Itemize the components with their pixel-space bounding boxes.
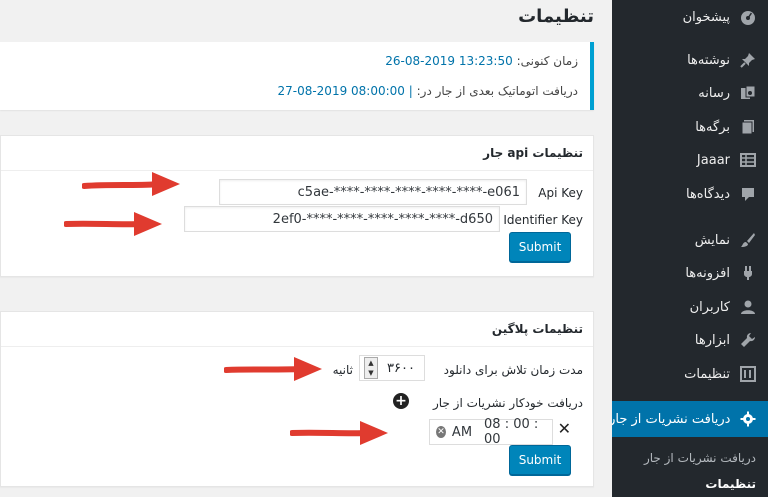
stepper-up-icon[interactable]: ▲ xyxy=(365,358,377,368)
sidebar-item-label: پیشخوان xyxy=(682,9,730,25)
api-submit-button[interactable]: Submit xyxy=(509,232,571,262)
pages-icon xyxy=(738,117,758,137)
sidebar-item-jaar-publications[interactable]: دریافت نشریات از جار xyxy=(604,401,768,437)
next-fetch-label: دریافت اتوماتیک بعدی از جار در: xyxy=(416,84,578,98)
current-time-label: زمان کنونی: xyxy=(516,54,578,68)
current-time-row: زمان کنونی: 26-08-2019 13:23:50 xyxy=(385,54,578,68)
next-fetch-row: دریافت اتوماتیک بعدی از جار در: 27-08-20… xyxy=(277,84,578,98)
submenu-item-fetch[interactable]: دریافت نشریات از جار xyxy=(616,451,756,465)
remove-time-icon[interactable]: ✕ xyxy=(558,419,571,438)
submenu-item-settings[interactable]: تنظیمات xyxy=(616,477,756,491)
clear-time-icon[interactable]: ✕ xyxy=(436,426,446,438)
stepper-down-icon[interactable]: ▼ xyxy=(365,368,377,378)
identifier-key-input[interactable] xyxy=(184,206,500,232)
sidebar-item-media[interactable]: رسانه xyxy=(612,76,768,110)
sidebar-item-label: کاربران xyxy=(689,299,730,315)
annotation-arrow-icon xyxy=(82,172,180,196)
gear-icon xyxy=(738,409,758,429)
sidebar-item-label: دیدگاه‌ها xyxy=(685,186,730,202)
grid-icon xyxy=(738,150,758,170)
settings-icon xyxy=(738,364,758,384)
sidebar-item-users[interactable]: کاربران xyxy=(612,290,768,324)
sidebar-item-settings[interactable]: تنظیمات xyxy=(612,357,768,391)
sidebar-item-label: نمایش xyxy=(694,232,730,248)
sidebar-item-comments[interactable]: دیدگاه‌ها xyxy=(612,177,768,211)
seconds-unit-label: ثانیه xyxy=(332,363,353,377)
sidebar-item-label: نوشته‌ها xyxy=(687,52,730,68)
next-fetch-value: 27-08-2019 08:00:00 | xyxy=(277,84,413,98)
plugin-card-title: تنظیمات پلاگین xyxy=(1,312,593,347)
time-notice: زمان کنونی: 26-08-2019 13:23:50 دریافت ا… xyxy=(0,42,594,110)
fetch-time-input[interactable]: ✕ AM 08 : 00 : 00 xyxy=(429,417,553,447)
api-settings-card: تنظیمات api جار Api Key Identifier Key S… xyxy=(0,135,594,277)
dashboard-icon xyxy=(738,7,758,27)
time-ampm: AM xyxy=(451,424,473,440)
annotation-arrow-icon xyxy=(64,212,162,236)
comment-icon xyxy=(738,184,758,204)
wrench-icon xyxy=(738,330,758,350)
plugin-settings-card: تنظیمات پلاگین مدت زمان تلاش برای دانلود… xyxy=(0,311,594,487)
api-card-title: تنظیمات api جار xyxy=(1,136,593,171)
sidebar-item-plugins[interactable]: افزونه‌ها xyxy=(612,256,768,290)
plugin-submit-button[interactable]: Submit xyxy=(509,445,571,475)
download-duration-value: ۳۶۰۰ xyxy=(387,360,415,376)
pin-icon xyxy=(738,50,758,70)
auto-fetch-label: دریافت خودکار نشریات از جار xyxy=(433,396,583,410)
sidebar-item-appearance[interactable]: نمایش xyxy=(612,223,768,257)
media-icon xyxy=(738,83,758,103)
admin-sidebar: پیشخوان نوشته‌ها رسانه برگه‌ها Jaaar دید… xyxy=(604,0,768,497)
sidebar-item-posts[interactable]: نوشته‌ها xyxy=(612,43,768,77)
api-key-label: Api Key xyxy=(538,186,583,200)
sidebar-item-dashboard[interactable]: پیشخوان xyxy=(612,0,768,34)
add-time-icon[interactable]: + xyxy=(393,393,409,409)
sidebar-item-pages[interactable]: برگه‌ها xyxy=(612,110,768,144)
sidebar-item-label: Jaaar xyxy=(696,152,730,168)
download-duration-label: مدت زمان تلاش برای دانلود xyxy=(443,363,583,377)
sidebar-item-label: افزونه‌ها xyxy=(685,265,730,281)
time-value: 08 : 00 : 00 xyxy=(484,417,539,447)
download-duration-stepper[interactable]: ▲ ▼ ۳۶۰۰ xyxy=(359,355,425,381)
sidebar-item-label: دریافت نشریات از جار xyxy=(612,411,731,427)
sidebar-item-label: رسانه xyxy=(698,85,730,101)
sidebar-item-jaaar[interactable]: Jaaar xyxy=(612,143,768,177)
user-icon xyxy=(738,297,758,317)
current-time-value: 26-08-2019 13:23:50 xyxy=(385,54,513,68)
stepper-arrows[interactable]: ▲ ▼ xyxy=(364,357,378,379)
page-title: تنظیمات xyxy=(518,6,594,27)
api-key-input[interactable] xyxy=(219,179,527,205)
brush-icon xyxy=(738,230,758,250)
sidebar-item-label: برگه‌ها xyxy=(695,119,730,135)
sidebar-item-tools[interactable]: ابزارها xyxy=(612,323,768,357)
sidebar-item-label: ابزارها xyxy=(694,332,730,348)
annotation-arrow-icon xyxy=(224,357,322,381)
sidebar-item-label: تنظیمات xyxy=(684,366,730,382)
identifier-key-label: Identifier Key xyxy=(503,213,583,227)
plugin-icon xyxy=(738,263,758,283)
annotation-arrow-icon xyxy=(290,421,388,445)
